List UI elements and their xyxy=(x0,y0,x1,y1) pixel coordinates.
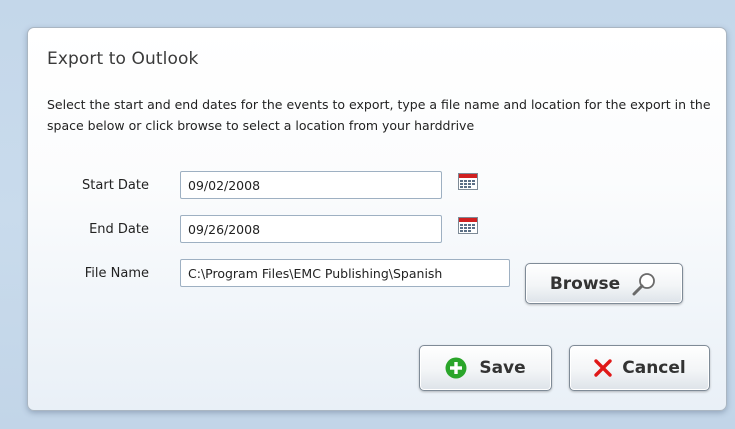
plus-circle-icon xyxy=(445,357,467,379)
file-name-input[interactable] xyxy=(180,259,510,287)
browse-button-label: Browse xyxy=(549,273,621,294)
magnifier-icon xyxy=(630,271,658,297)
x-icon xyxy=(593,358,613,378)
desktop-background: Export to Outlook Select the start and e… xyxy=(0,0,735,429)
start-date-calendar-icon[interactable] xyxy=(458,173,478,190)
file-name-label: File Name xyxy=(84,266,149,281)
start-date-label: Start Date xyxy=(82,178,149,193)
export-dialog: Export to Outlook Select the start and e… xyxy=(27,27,727,411)
cancel-button-label: Cancel xyxy=(622,358,686,378)
cancel-button[interactable]: Cancel xyxy=(569,345,710,391)
dialog-title: Export to Outlook xyxy=(47,49,199,69)
browse-button[interactable]: Browse xyxy=(525,263,683,304)
save-button-label: Save xyxy=(479,358,526,378)
end-date-label: End Date xyxy=(89,222,149,237)
dialog-description: Select the start and end dates for the e… xyxy=(47,97,711,133)
end-date-calendar-icon[interactable] xyxy=(458,217,478,234)
end-date-input[interactable] xyxy=(180,215,442,243)
start-date-input[interactable] xyxy=(180,171,442,199)
save-button[interactable]: Save xyxy=(419,345,552,391)
